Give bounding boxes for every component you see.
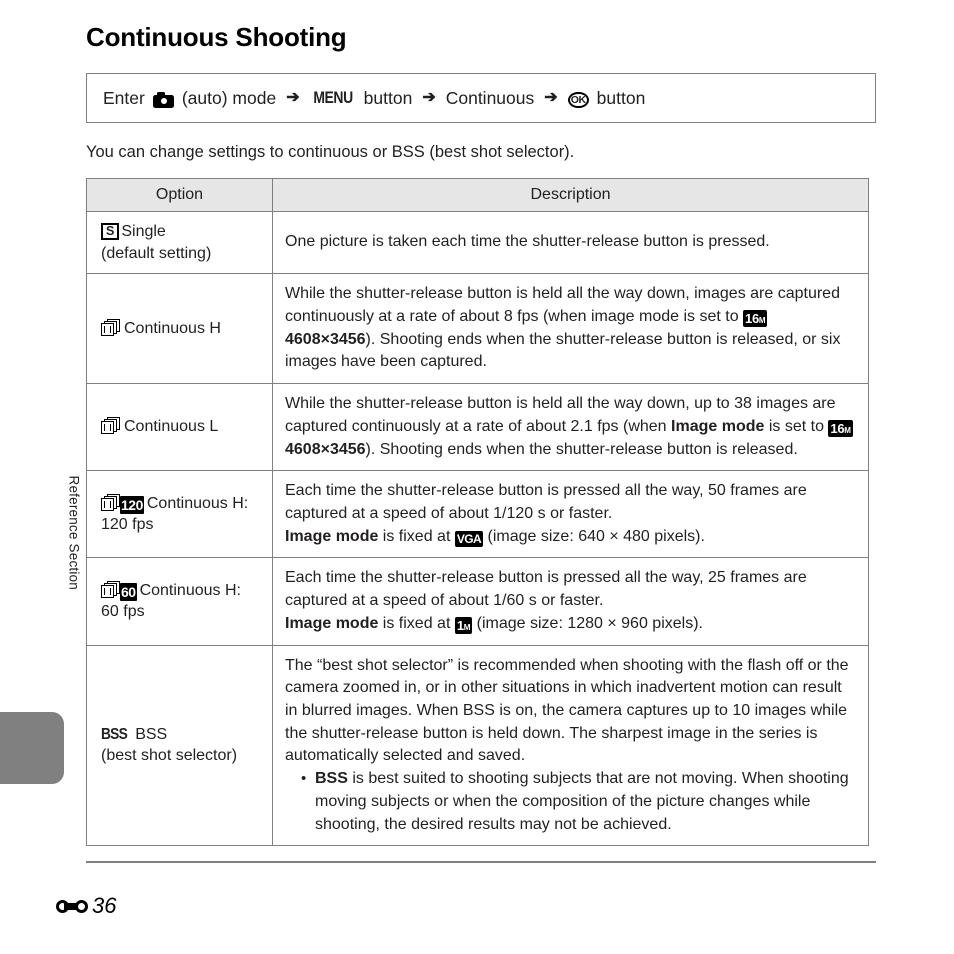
continuous-stack-icon xyxy=(101,417,120,435)
description-text-part2: is set to xyxy=(764,417,829,435)
path-ok-button-label: button xyxy=(596,87,646,108)
arrow-right-icon-2: ➔ xyxy=(422,89,436,106)
bullet-text-bss: is best suited to shooting subjects that… xyxy=(315,770,849,833)
page-content: Continuous Shooting Enter (auto) mode ➔ … xyxy=(86,0,876,847)
section-side-label: Reference Section xyxy=(66,475,82,590)
option-cell-continuous-l: Continuous L xyxy=(86,383,273,472)
bss-icon: BSS xyxy=(101,725,128,743)
page-number: 36 xyxy=(92,893,117,918)
bss-note-list: BSS is best suited to shooting subjects … xyxy=(285,768,854,836)
path-enter-label: Enter xyxy=(103,87,145,108)
menu-path: Enter (auto) mode ➔ MENU button ➔ Contin… xyxy=(99,88,649,109)
description-cell-single: One picture is taken each time the shutt… xyxy=(272,210,869,275)
option-sublabel-continuous-h-120: 120 fps xyxy=(101,516,154,534)
description-text-part2: is fixed at xyxy=(378,614,455,632)
description-text-part2: ). Shooting ends when the shutter-releas… xyxy=(285,330,841,371)
option-sublabel-bss: (best shot selector) xyxy=(101,747,238,765)
table-row: Continuous L While the shutter-release b… xyxy=(86,383,869,472)
continuous-stack-icon xyxy=(101,493,120,511)
image-mode-vga-icon: VGA xyxy=(454,530,484,547)
option-sublabel-continuous-h-60: 60 fps xyxy=(101,603,145,621)
option-label-continuous-h: Continuous H xyxy=(124,319,221,337)
ok-button-icon: OK xyxy=(567,92,589,108)
description-cell-continuous-h-120: Each time the shutter-release button is … xyxy=(272,470,869,559)
option-cell-continuous-h-60: 60 Continuous H: 60 fps xyxy=(86,557,273,646)
description-text-part3: ). Shooting ends when the shutter-releas… xyxy=(365,440,798,458)
path-auto-mode-label: (auto) mode xyxy=(181,87,277,108)
table-row: 60 Continuous H: 60 fps Each time the shu… xyxy=(86,557,869,646)
image-mode-16m-icon: 16M xyxy=(828,419,853,437)
description-cell-continuous-h: While the shutter-release button is held… xyxy=(272,273,869,385)
option-label-continuous-h-120: Continuous H: xyxy=(146,494,249,512)
description-bold-resolution: 4608×3456 xyxy=(285,440,366,458)
description-text-part3: (image size: 640 × 480 pixels). xyxy=(483,527,705,545)
description-text-part3: (image size: 1280 × 960 pixels). xyxy=(472,614,703,632)
camera-auto-mode-icon xyxy=(152,92,174,108)
option-label-continuous-l: Continuous L xyxy=(124,418,219,436)
option-label-bss: BSS xyxy=(135,725,168,743)
page-footer: 36 xyxy=(56,893,116,919)
arrow-right-icon-3: ➔ xyxy=(544,89,558,106)
description-cell-continuous-l: While the shutter-release button is held… xyxy=(272,383,869,472)
description-text-part2: is fixed at xyxy=(378,527,455,545)
menu-button-glyph: MENU xyxy=(312,88,353,107)
continuous-stack-icon xyxy=(101,580,120,598)
option-label-single: Single xyxy=(121,223,166,240)
arrow-right-icon-1: ➔ xyxy=(286,89,300,106)
list-item: BSS is best suited to shooting subjects … xyxy=(301,768,854,836)
table-row: Continuous H While the shutter-release b… xyxy=(86,273,869,385)
description-text-single: One picture is taken each time the shutt… xyxy=(285,233,770,251)
option-cell-continuous-h: Continuous H xyxy=(86,273,273,385)
description-text-part1: Each time the shutter-release button is … xyxy=(285,482,807,522)
fps-60-badge: 60 xyxy=(120,582,137,601)
description-cell-bss: The “best shot selector” is recommended … xyxy=(272,644,869,847)
page-title: Continuous Shooting xyxy=(86,22,347,52)
path-menu-button-label: button xyxy=(363,87,413,108)
table-header-row: Option Description xyxy=(86,178,869,212)
intro-paragraph: You can change settings to continuous or… xyxy=(86,143,575,161)
image-mode-1m-icon: 1M xyxy=(454,616,473,634)
path-continuous-label: Continuous xyxy=(445,87,535,108)
option-label-continuous-h-60: Continuous H: xyxy=(139,581,241,599)
bullet-bold-bss: BSS xyxy=(315,770,348,788)
single-frame-icon: S xyxy=(101,223,120,240)
description-bold-resolution: 4608×3456 xyxy=(285,330,366,348)
column-header-description: Description xyxy=(272,178,869,212)
continuous-stack-icon xyxy=(101,318,120,336)
table-row: BSS BSS (best shot selector) The “best sh… xyxy=(86,644,869,847)
table-row: 120 Continuous H: 120 fps Each time the s… xyxy=(86,470,869,559)
option-cell-single: S Single (default setting) xyxy=(86,210,273,275)
table-row: S Single (default setting) One picture is… xyxy=(86,210,869,275)
menu-path-box: Enter (auto) mode ➔ MENU button ➔ Contin… xyxy=(86,73,876,123)
option-sublabel-single: (default setting) xyxy=(101,244,212,262)
footer-divider xyxy=(86,861,876,863)
section-thumb-tab xyxy=(0,712,64,784)
option-cell-bss: BSS BSS (best shot selector) xyxy=(86,644,273,847)
description-cell-continuous-h-60: Each time the shutter-release button is … xyxy=(272,557,869,646)
continuous-options-table: Option Description S Single (default sett… xyxy=(86,178,869,847)
description-text-bss: The “best shot selector” is recommended … xyxy=(285,656,849,765)
column-header-option: Option xyxy=(86,178,273,212)
reference-section-icon xyxy=(56,897,90,915)
description-bold-image-mode: Image mode xyxy=(285,527,379,545)
fps-120-badge: 120 xyxy=(120,495,144,514)
description-text-part1: Each time the shutter-release button is … xyxy=(285,569,807,610)
description-bold-image-mode: Image mode xyxy=(671,417,765,435)
option-cell-continuous-h-120: 120 Continuous H: 120 fps xyxy=(86,470,273,559)
image-mode-16m-icon: 16M xyxy=(743,309,768,327)
description-bold-image-mode: Image mode xyxy=(285,614,379,632)
